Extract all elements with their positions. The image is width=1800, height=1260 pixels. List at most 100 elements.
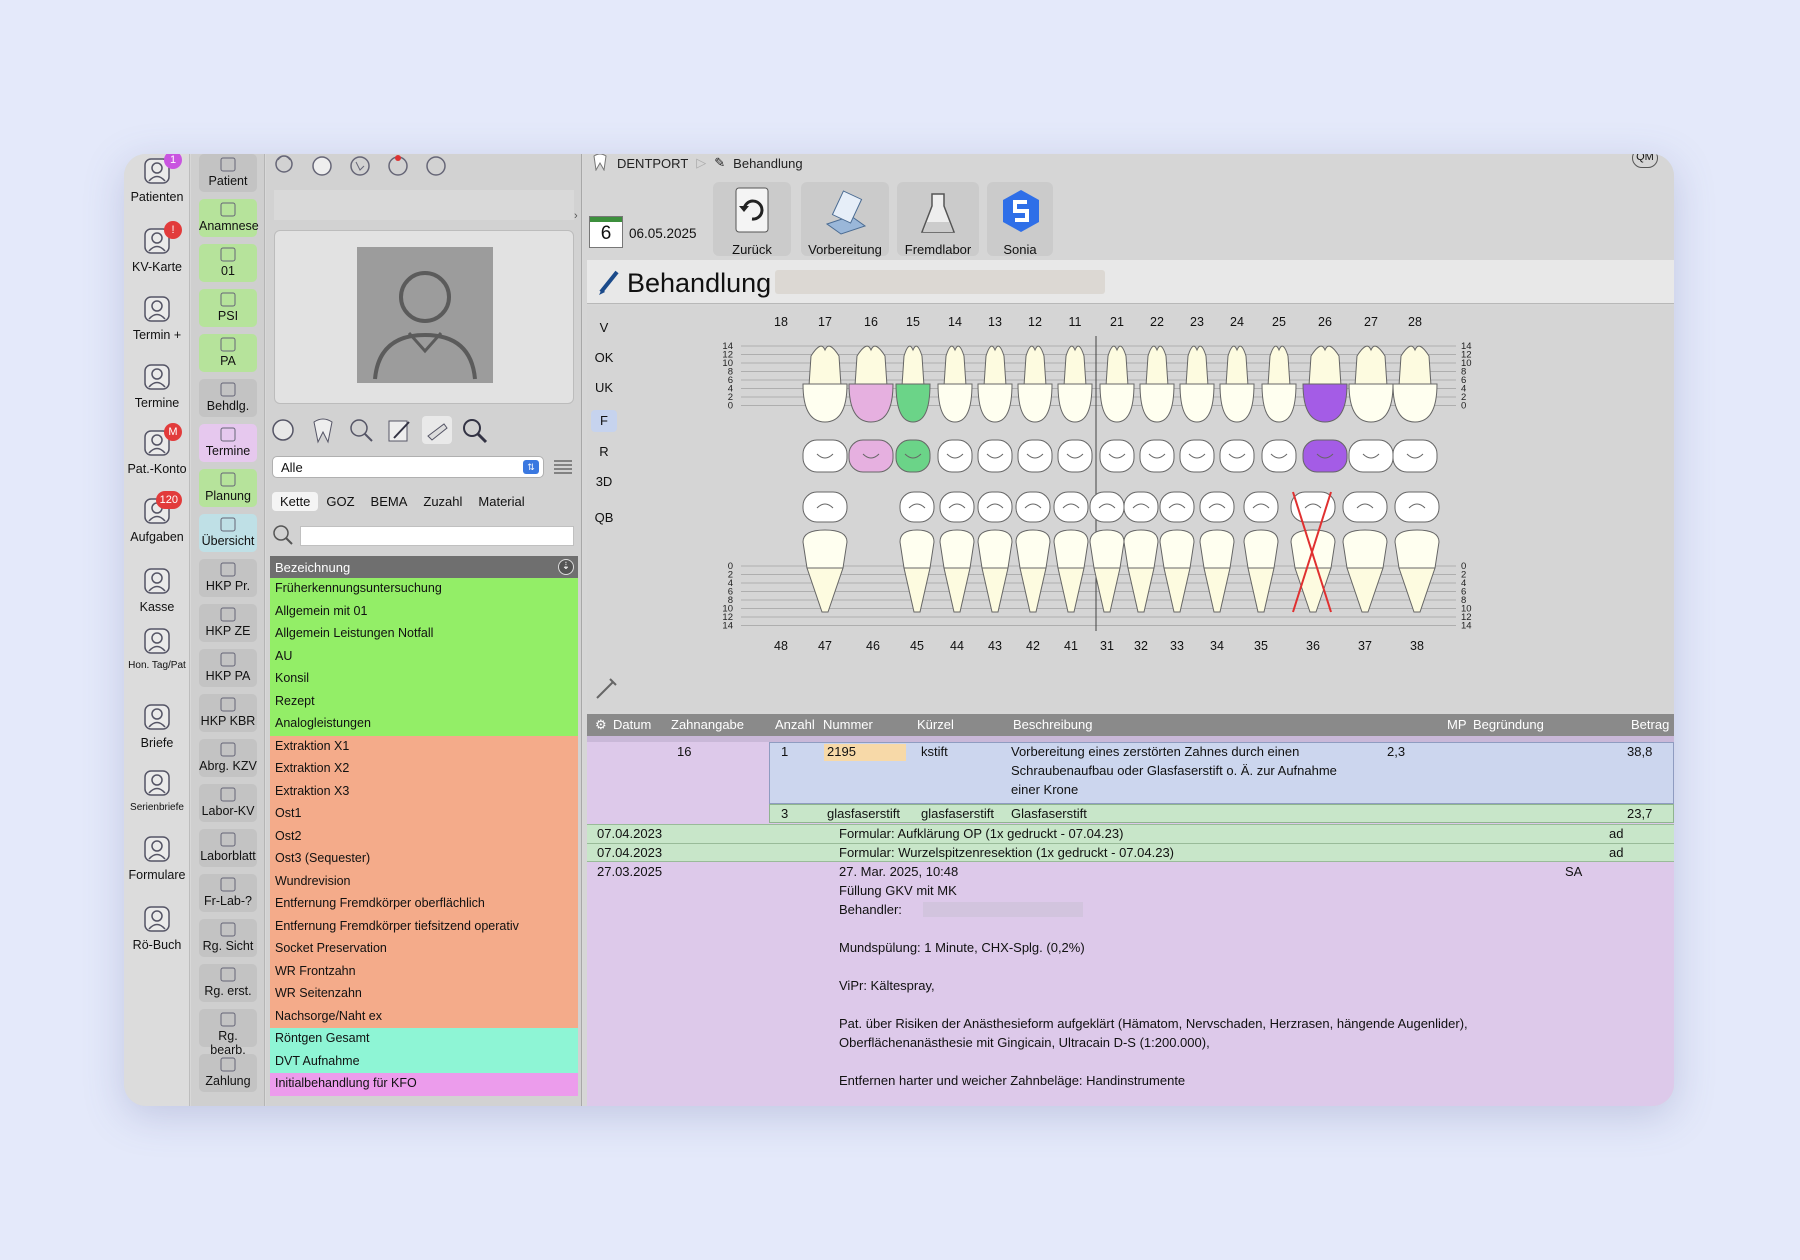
col-mp[interactable]: MP <box>1447 717 1467 732</box>
col-tooth[interactable]: Zahnangabe <box>671 717 744 732</box>
phone-icon[interactable] <box>346 154 376 182</box>
tooth-radio-icon[interactable] <box>270 154 300 182</box>
tooth-occlusal-33[interactable] <box>1159 491 1195 523</box>
rail-item-serienbriefe[interactable]: Serienbriefe <box>124 766 190 813</box>
tooth-crown-41[interactable] <box>1053 529 1089 569</box>
select-arrows-icon[interactable]: ⇅ <box>523 460 539 474</box>
list-item[interactable]: Konsil <box>270 668 578 691</box>
tooth-number[interactable]: 26 <box>1318 315 1332 329</box>
tooth-number[interactable]: 21 <box>1110 315 1124 329</box>
rail-item-kv-karte[interactable]: ! KV-Karte <box>124 221 190 274</box>
tooth-crown-28[interactable] <box>1392 383 1438 423</box>
patient-nav-rg-sicht[interactable]: Rg. Sicht <box>199 919 257 957</box>
tooth-occlusal-28[interactable] <box>1392 439 1438 473</box>
tooth-occlusal-22[interactable] <box>1139 439 1175 473</box>
list-item[interactable]: Ost1 <box>270 803 578 826</box>
preparation-button[interactable]: Vorbereitung <box>801 182 889 257</box>
chart-edit-pencil-icon[interactable] <box>593 676 619 705</box>
tooth-occlusal-32[interactable] <box>1123 491 1159 523</box>
panel-expand-chevron-icon[interactable]: › <box>574 210 578 222</box>
tooth-crown-32[interactable] <box>1123 529 1159 569</box>
patient-nav-fr-lab-[interactable]: Fr-Lab-? <box>199 874 257 912</box>
tooth-number[interactable]: 14 <box>948 315 962 329</box>
list-item[interactable]: WR Seitenzahn <box>270 983 578 1006</box>
edit-document-icon[interactable] <box>384 416 414 444</box>
list-item[interactable]: DVT Aufnahme <box>270 1050 578 1073</box>
tooth-crown-24[interactable] <box>1219 383 1255 423</box>
tooth-number[interactable]: 28 <box>1408 315 1422 329</box>
tab-material[interactable]: Material <box>470 492 532 511</box>
patient-nav-patient[interactable]: Patient <box>199 154 257 192</box>
tooth-crown-17[interactable] <box>802 383 848 423</box>
row5-notes[interactable]: 27. Mar. 2025, 10:48 Füllung GKV mit MK Be… <box>839 864 1468 1092</box>
col-number[interactable]: Nummer <box>823 717 873 732</box>
tooth-number[interactable]: 15 <box>906 315 920 329</box>
chart-key-qb[interactable]: QB <box>591 510 617 525</box>
rail-item-formulare[interactable]: Formulare <box>124 832 190 882</box>
list-view-icon[interactable] <box>552 458 574 476</box>
tooth-crown-43[interactable] <box>977 529 1013 569</box>
patient-nav-hkp-ze[interactable]: HKP ZE <box>199 604 257 642</box>
tooth-number[interactable]: 22 <box>1150 315 1164 329</box>
users-icon[interactable] <box>422 154 452 182</box>
rail-item-termin-[interactable]: Termin + <box>124 292 190 342</box>
tooth-occlusal-11[interactable] <box>1057 439 1093 473</box>
tooth-crown-31[interactable] <box>1089 529 1125 569</box>
tooth-occlusal-21[interactable] <box>1099 439 1135 473</box>
patient-nav-abrg-kzv[interactable]: Abrg. KZV <box>199 739 257 777</box>
chart-key-ok[interactable]: OK <box>591 350 617 365</box>
tooth-occlusal-26[interactable] <box>1302 439 1348 473</box>
service-history-icon[interactable] <box>270 416 300 444</box>
col-date[interactable]: Datum <box>613 717 651 732</box>
tooth-crown-23[interactable] <box>1179 383 1215 423</box>
patient-nav-rg-erst-[interactable]: Rg. erst. <box>199 964 257 1002</box>
tooth-crown-44[interactable] <box>939 529 975 569</box>
list-item[interactable]: Allgemein Leistungen Notfall <box>270 623 578 646</box>
list-item[interactable]: WR Frontzahn <box>270 960 578 983</box>
tooth-number[interactable]: 44 <box>950 639 964 653</box>
chart-key-uk[interactable]: UK <box>591 380 617 395</box>
tooth-number[interactable]: 45 <box>910 639 924 653</box>
rail-item-hon-tag-pat[interactable]: Hon. Tag/Pat <box>124 624 190 671</box>
tooth-occlusal-16[interactable] <box>848 439 894 473</box>
list-item[interactable]: Extraktion X3 <box>270 780 578 803</box>
qm-button[interactable]: QM <box>1632 154 1658 168</box>
tooth-crown-27[interactable] <box>1348 383 1394 423</box>
tooth-crown-22[interactable] <box>1139 383 1175 423</box>
chart-key-3d[interactable]: 3D <box>591 474 617 489</box>
tooth-occlusal-14[interactable] <box>937 439 973 473</box>
tooth-crown-35[interactable] <box>1243 529 1279 569</box>
tooth-crown-16[interactable] <box>848 383 894 423</box>
tooth-number[interactable]: 47 <box>818 639 832 653</box>
tooth-number[interactable]: 11 <box>1069 315 1082 329</box>
tooth-occlusal-38[interactable] <box>1394 491 1440 523</box>
calendar-icon[interactable]: 6 <box>589 216 623 248</box>
col-short[interactable]: Kürzel <box>917 717 954 732</box>
tooth-occlusal-25[interactable] <box>1261 439 1297 473</box>
patient-nav-zahlung[interactable]: Zahlung <box>199 1054 257 1092</box>
service-filter-select[interactable]: Alle ⇅ <box>272 456 544 478</box>
patient-nav--bersicht[interactable]: Übersicht <box>199 514 257 552</box>
tooth-number[interactable]: 41 <box>1064 639 1078 653</box>
list-item[interactable]: Entfernung Fremdkörper oberflächlich <box>270 893 578 916</box>
tooth-crown-38[interactable] <box>1394 529 1440 569</box>
tooth-chart-icon[interactable] <box>308 416 338 444</box>
patient-nav-hkp-pr-[interactable]: HKP Pr. <box>199 559 257 597</box>
tooth-number[interactable]: 33 <box>1170 639 1184 653</box>
tooth-number[interactable]: 35 <box>1254 639 1268 653</box>
patient-nav-hkp-kbr[interactable]: HKP KBR <box>199 694 257 732</box>
tooth-profile-icon[interactable] <box>308 154 338 182</box>
service-search-input[interactable] <box>300 526 574 546</box>
sonia-button[interactable]: Sonia <box>987 182 1053 257</box>
list-item[interactable]: Ost3 (Sequester) <box>270 848 578 871</box>
tooth-number[interactable]: 38 <box>1410 639 1424 653</box>
table-row[interactable] <box>769 804 1674 823</box>
breadcrumb-app[interactable]: DENTPORT <box>617 156 688 171</box>
breadcrumb-page[interactable]: Behandlung <box>733 156 802 171</box>
tooth-crown-25[interactable] <box>1261 383 1297 423</box>
tooth-crown-21[interactable] <box>1099 383 1135 423</box>
tooth-occlusal-24[interactable] <box>1219 439 1255 473</box>
patient-nav-hkp-pa[interactable]: HKP PA <box>199 649 257 687</box>
list-item[interactable]: Entfernung Fremdkörper tiefsitzend opera… <box>270 915 578 938</box>
tooth-number[interactable]: 12 <box>1028 315 1042 329</box>
